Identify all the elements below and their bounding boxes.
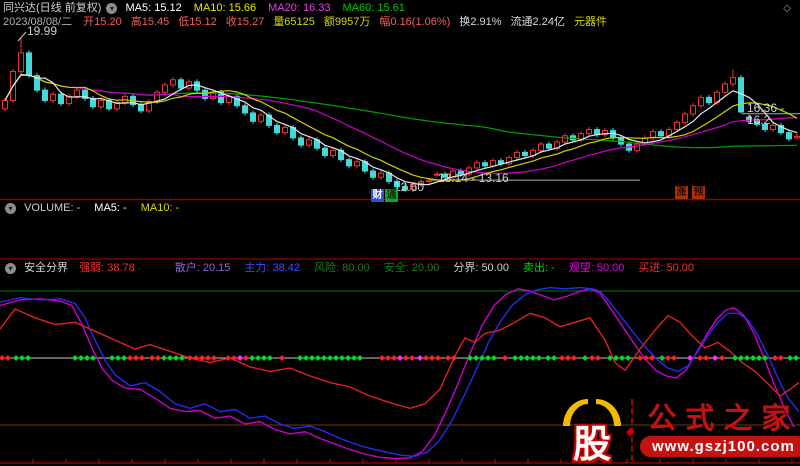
quote-stat: 额9957万 <box>323 16 371 28</box>
signal-badge: 财 <box>371 189 384 202</box>
chart-header-line1: 同兴达(日线 前复权) ▾ MA5: 15.12 MA10: 15.66 MA20:… <box>3 2 797 15</box>
corner-diamond-icon[interactable]: ◇ <box>783 2 791 15</box>
indicator-field: 强弱: 38.78 <box>79 262 135 274</box>
diamond-icon: ◆ <box>626 426 635 438</box>
ma-value: MA10: 15.66 <box>193 2 257 14</box>
volume-value: MA10: - <box>140 202 180 214</box>
quote-stat: 高15.45 <box>130 16 170 28</box>
logo-character: 股 <box>572 421 611 466</box>
quote-stat: 低15.12 <box>178 16 217 28</box>
quote-stat: 开15.20 <box>83 16 122 28</box>
quote-stat: 元器件 <box>573 16 607 28</box>
signal-badge: 通 <box>385 189 398 202</box>
indicator-field: 分界: 50.00 <box>453 262 509 274</box>
collapse-volume-icon[interactable]: ▾ <box>5 202 16 214</box>
bull-logo-icon: 股 <box>560 397 624 466</box>
ma-value: MA60: 15.61 <box>342 2 405 14</box>
collapse-main-icon[interactable]: ▾ <box>106 2 118 14</box>
watermark-text: 公式之家 www.gszj100.com <box>640 400 800 457</box>
signal-badge: 涨 <box>675 186 688 199</box>
stock-title: 同兴达(日线 前复权) <box>3 2 102 14</box>
indicator-field: 买进: 50.00 <box>638 262 695 274</box>
quote-stat: 量65125 <box>273 16 315 28</box>
ma-value: MA5: 15.12 <box>125 2 182 14</box>
quote-stat: 收15.27 <box>225 16 265 28</box>
indicator-field: 安全: 20.00 <box>383 262 440 274</box>
collapse-indicator-icon[interactable]: ▾ <box>5 262 16 274</box>
volume-values: VOLUME: - MA5: - MA10: - <box>24 202 193 214</box>
indicator-pane-header: ▾ 安全分界 强弱: 38.78 散户: 20.15 主力: 38.42 风险: 80… <box>3 262 708 275</box>
chart-header-line2: 2023/08/08/二 开15.20 高15.45 低15.12 收15.27 量65… <box>3 16 616 29</box>
watermark: 股 ◆ 公式之家 www.gszj100.com <box>560 396 800 466</box>
quote-stat: 流通2.24亿 <box>510 16 565 28</box>
trading-app-window: 同兴达(日线 前复权) ▾ MA5: 15.12 MA10: 15.66 MA20:… <box>0 0 800 466</box>
volume-value: MA5: - <box>94 202 127 214</box>
website-url[interactable]: www.gszj100.com <box>640 435 800 457</box>
indicator-field: 卖出: - <box>522 262 555 274</box>
watermark-divider: ◆ <box>626 399 634 461</box>
quote-stats: 开15.20 高15.45 低15.12 收15.27 量65125 额9957万 幅0.1… <box>83 16 616 28</box>
volume-pane-header: ▾ VOLUME: - MA5: - MA10: - <box>3 202 193 215</box>
signal-badge: 预 <box>692 186 705 199</box>
price-label: 16.36 - 16.2 <box>747 101 785 127</box>
brand-name: 公式之家 <box>647 400 800 435</box>
indicator-field: 散户: 20.15 <box>174 262 231 274</box>
ma-values: MA5: 15.12 MA10: 15.66 MA20: 16.33 MA60: 15… <box>126 2 417 14</box>
indicator-field: 观望: 50.00 <box>568 262 625 274</box>
indicator-values: 强弱: 38.78 散户: 20.15 主力: 38.42 风险: 80.00 安全: … <box>79 262 708 274</box>
ma-value: MA20: 16.33 <box>268 2 331 14</box>
indicator-field: 风险: 80.00 <box>314 262 370 274</box>
volume-value: VOLUME: - <box>24 202 81 214</box>
quote-stat: 幅0.16(1.06%) <box>379 16 451 28</box>
indicator-name[interactable]: 安全分界 <box>24 262 68 274</box>
price-label: 13.14 - 13.16 <box>438 171 509 185</box>
price-label: 19.99 <box>27 24 58 38</box>
quote-stat: 换2.91% <box>459 16 502 28</box>
indicator-field: 主力: 38.42 <box>244 262 301 274</box>
price-label: 12.60 <box>394 180 425 194</box>
